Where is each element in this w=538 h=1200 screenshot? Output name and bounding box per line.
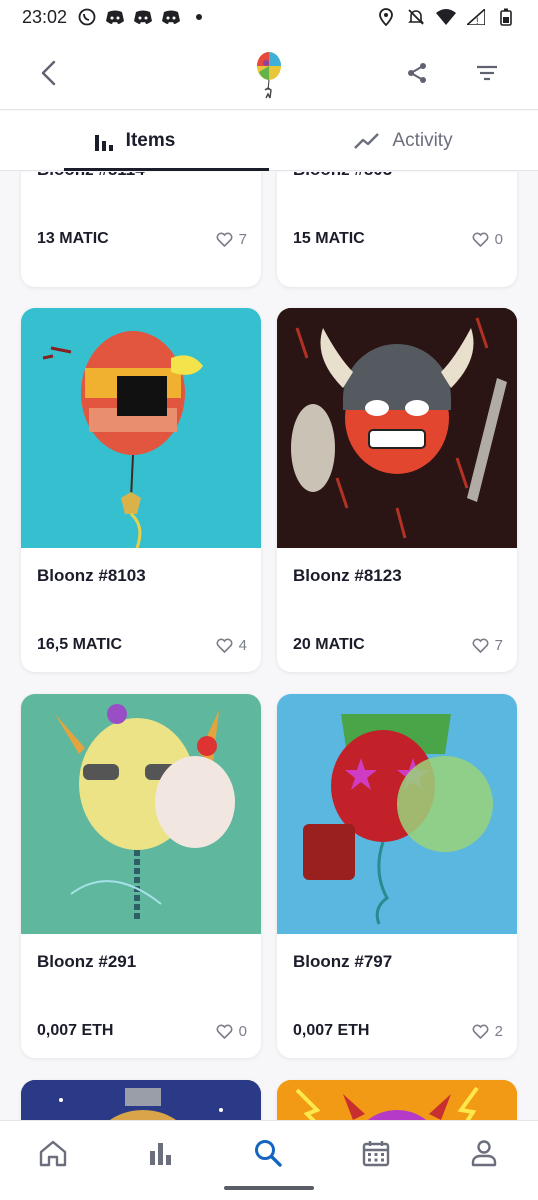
share-icon <box>408 63 426 83</box>
tab-items[interactable]: Items <box>0 111 269 171</box>
like-count: 7 <box>494 637 503 654</box>
mute-icon <box>406 8 426 26</box>
nav-profile[interactable] <box>464 1133 504 1173</box>
battery-icon <box>496 8 516 26</box>
like-count: 7 <box>238 231 247 248</box>
nft-image <box>21 308 261 548</box>
profile-icon <box>471 1140 497 1167</box>
nav-search[interactable] <box>248 1133 288 1173</box>
back-button[interactable] <box>32 56 66 90</box>
nft-image <box>277 1080 517 1120</box>
tab-items-label: Items <box>125 130 176 151</box>
nft-image <box>277 694 517 934</box>
signal-icon: ! <box>466 8 486 26</box>
whatsapp-icon <box>77 8 97 26</box>
nft-price: 20 MATIC <box>293 636 365 653</box>
nft-name: Bloonz #8114 <box>37 172 145 180</box>
like-button[interactable]: 4 <box>216 637 247 654</box>
nft-card[interactable]: Bloonz #797 0,007 ETH 2 <box>277 694 517 1058</box>
like-count: 0 <box>494 231 503 248</box>
status-bar: 23:02 ! <box>0 0 538 34</box>
share-button[interactable] <box>400 56 434 90</box>
chevron-left-icon <box>41 60 56 86</box>
like-button[interactable]: 2 <box>472 1023 503 1040</box>
nav-stats[interactable] <box>141 1133 181 1173</box>
search-icon <box>255 1140 282 1167</box>
nft-card[interactable]: Bloonz #8123 20 MATIC 7 <box>277 308 517 672</box>
bar-chart-icon <box>94 135 113 151</box>
filter-button[interactable] <box>470 56 504 90</box>
trend-line-icon <box>354 133 380 149</box>
like-count: 0 <box>238 1023 247 1040</box>
nft-price: 15 MATIC <box>293 230 365 247</box>
like-button[interactable]: 0 <box>216 1023 247 1040</box>
heart-icon <box>472 1024 489 1039</box>
nft-price: 0,007 ETH <box>37 1022 114 1039</box>
tab-activity-label: Activity <box>392 130 453 151</box>
heart-icon <box>472 232 489 247</box>
nft-image <box>21 1080 261 1120</box>
tab-bar: Items Activity <box>0 111 538 171</box>
status-time: 23:02 <box>22 6 68 27</box>
like-button[interactable]: 7 <box>472 637 503 654</box>
collection-header <box>0 34 538 110</box>
nft-price: 13 MATIC <box>37 230 109 247</box>
heart-icon <box>216 1024 233 1039</box>
active-tab-indicator <box>64 168 269 171</box>
home-icon <box>39 1140 67 1167</box>
nft-name: Bloonz #803 <box>293 172 392 180</box>
like-button[interactable]: 0 <box>472 231 503 248</box>
nft-name: Bloonz #797 <box>293 952 393 971</box>
filter-icon <box>477 65 497 81</box>
nft-grid: Bloonz #8114 13 MATIC 7 Bloonz #803 15 M… <box>0 172 538 1120</box>
discord-icon <box>133 8 153 26</box>
heart-icon <box>472 638 489 653</box>
calendar-icon <box>362 1141 390 1167</box>
nav-calendar[interactable] <box>356 1133 396 1173</box>
like-count: 2 <box>494 1023 503 1040</box>
location-icon <box>376 8 396 26</box>
stats-icon <box>150 1143 171 1165</box>
nft-name: Bloonz #8123 <box>293 566 402 585</box>
collection-logo <box>246 48 292 102</box>
heart-icon <box>216 638 233 653</box>
nft-card[interactable] <box>277 1080 517 1120</box>
gesture-home-bar[interactable] <box>224 1186 314 1190</box>
nft-card[interactable]: Bloonz #8114 13 MATIC 7 <box>21 172 261 287</box>
nft-price: 16,5 MATIC <box>37 636 123 653</box>
nft-price: 0,007 ETH <box>293 1022 370 1039</box>
nft-name: Bloonz #291 <box>37 952 137 971</box>
discord-icon <box>105 8 125 26</box>
nft-card[interactable]: Bloonz #8103 16,5 MATIC 4 <box>21 308 261 672</box>
heart-icon <box>216 232 233 247</box>
tab-activity[interactable]: Activity <box>269 111 538 171</box>
nft-image <box>21 694 261 934</box>
nft-image <box>277 308 517 548</box>
notification-dot-icon <box>189 8 209 26</box>
nav-home[interactable] <box>33 1133 73 1173</box>
nft-card[interactable] <box>21 1080 261 1120</box>
nft-card[interactable]: Bloonz #291 0,007 ETH 0 <box>21 694 261 1058</box>
discord-icon <box>161 8 181 26</box>
svg-text:!: ! <box>476 16 479 25</box>
wifi-icon <box>436 8 456 26</box>
like-count: 4 <box>238 637 247 654</box>
like-button[interactable]: 7 <box>216 231 247 248</box>
nft-card[interactable]: Bloonz #803 15 MATIC 0 <box>277 172 517 287</box>
nft-name: Bloonz #8103 <box>37 566 146 585</box>
